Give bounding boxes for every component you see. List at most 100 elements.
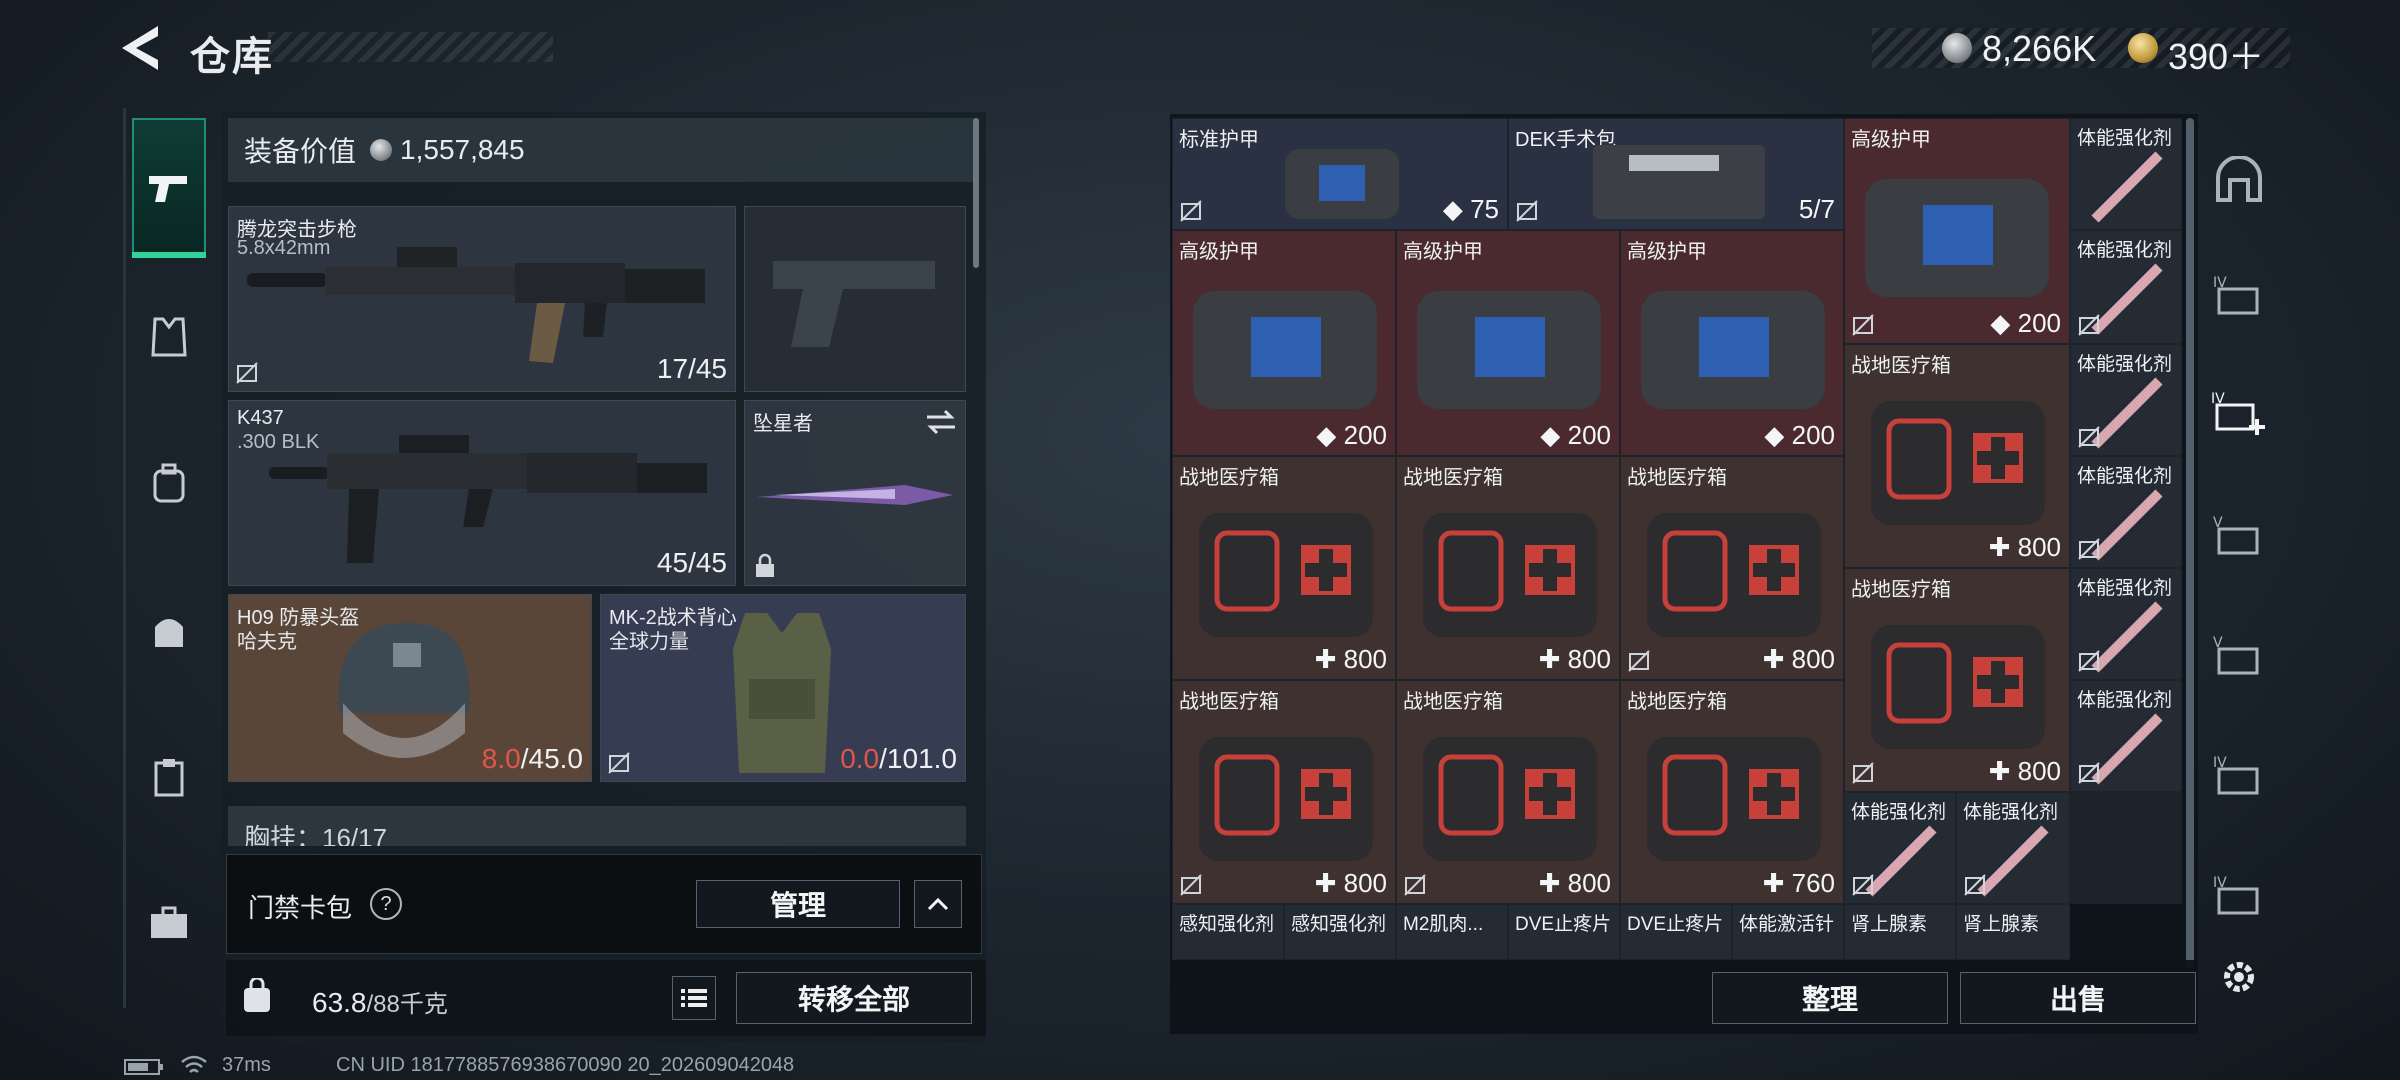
stash-item-field-medkit[interactable]: 战地医疗箱 ✚ 800 bbox=[1396, 680, 1620, 904]
stash-item-stim[interactable]: 体能强化剂 bbox=[2070, 344, 2182, 456]
stash-item-standard-armor[interactable]: 标准护甲 ◆ 75 bbox=[1172, 118, 1508, 230]
stash-tab-5b[interactable]: V bbox=[2206, 622, 2272, 688]
stash-tab-5a[interactable]: V bbox=[2206, 502, 2272, 568]
sort-button[interactable]: 整理 bbox=[1712, 972, 1948, 1024]
stash-item-partial[interactable]: DVE止疼片 bbox=[1620, 904, 1732, 960]
sell-button[interactable]: 出售 bbox=[1960, 972, 2196, 1024]
medkit-image bbox=[1199, 513, 1373, 637]
no-insure-icon bbox=[2078, 314, 2100, 336]
stash-item-field-medkit[interactable]: 战地医疗箱 ✚ 800 bbox=[1172, 680, 1396, 904]
chest-rig-label: 胸挂：16/17 bbox=[244, 823, 388, 846]
armor-bag-image bbox=[1417, 291, 1601, 409]
nav-briefcase[interactable] bbox=[132, 886, 206, 960]
primary-weapon-slot[interactable]: 腾龙突击步枪 5.8x42mm 17/45 bbox=[228, 206, 736, 392]
item-value: 760 bbox=[1791, 868, 1835, 898]
item-name: 高级护甲 bbox=[1851, 129, 1931, 151]
list-view-button[interactable] bbox=[672, 976, 716, 1020]
loadout-scrollbar[interactable] bbox=[973, 118, 979, 268]
nav-weapon[interactable] bbox=[132, 118, 206, 258]
nav-bag[interactable] bbox=[132, 594, 206, 668]
stash-tab-4c[interactable]: IV bbox=[2206, 862, 2272, 928]
no-insure-icon bbox=[1852, 874, 1874, 896]
stash-item-stim[interactable]: 体能强化剂 bbox=[2070, 680, 2182, 792]
settings-button[interactable] bbox=[2206, 944, 2272, 1010]
stash-item-advanced-armor[interactable]: 高级护甲 ◆ 200 bbox=[1172, 230, 1396, 456]
currency-gold-value[interactable]: 390＋ bbox=[2168, 28, 2264, 80]
currency-silver-value: 8,266K bbox=[1982, 28, 2097, 69]
pistol-slot[interactable] bbox=[744, 206, 966, 392]
stash-item-stim[interactable]: 体能强化剂 bbox=[1844, 792, 1956, 904]
stash-item-field-medkit[interactable]: 战地医疗箱 ✚ 800 bbox=[1172, 456, 1396, 680]
nav-divider bbox=[123, 108, 126, 1008]
transfer-all-button[interactable]: 转移全部 bbox=[736, 972, 972, 1024]
armor-bag-image bbox=[1193, 291, 1377, 409]
stash-item-stim[interactable]: 体能强化剂 bbox=[2070, 456, 2182, 568]
item-value: 5/7 bbox=[1798, 194, 1835, 224]
stash-item-stim[interactable]: 体能强化剂 bbox=[1956, 792, 2070, 904]
helmet-image bbox=[339, 623, 469, 758]
stash-item-partial[interactable]: M2肌肉... bbox=[1396, 904, 1508, 960]
stash-empty-cell[interactable] bbox=[2070, 792, 2182, 904]
chest-rig-row[interactable]: 胸挂：16/17 bbox=[228, 806, 966, 846]
help-icon[interactable]: ? bbox=[370, 888, 402, 920]
stash-item-partial[interactable]: DVE止疼片 bbox=[1508, 904, 1620, 960]
item-name: 标准护甲 bbox=[1179, 129, 1259, 151]
nav-backpack[interactable] bbox=[132, 446, 206, 520]
stash-item-stim[interactable]: 体能强化剂 bbox=[2070, 230, 2182, 344]
title-decoration bbox=[268, 32, 553, 62]
stash-item-partial[interactable]: 感知强化剂 bbox=[1172, 904, 1284, 960]
item-name: 战地医疗箱 bbox=[1627, 691, 1727, 713]
stash-tab-main[interactable] bbox=[2206, 146, 2272, 212]
stash-item-partial[interactable]: 体能激活针 bbox=[1732, 904, 1844, 960]
stash-item-advanced-armor[interactable]: 高级护甲 ◆ 200 bbox=[1844, 118, 2070, 344]
stash-item-advanced-armor[interactable]: 高级护甲 ◆ 200 bbox=[1620, 230, 1844, 456]
shield-icon: ◆ bbox=[1764, 420, 1792, 450]
armor-slot[interactable]: MK-2战术背心 全球力量 0.0/101.0 bbox=[600, 594, 966, 782]
manage-button[interactable]: 管理 bbox=[696, 880, 900, 928]
stash-item-partial[interactable]: 感知强化剂 bbox=[1284, 904, 1396, 960]
shield-icon: ◆ bbox=[1540, 420, 1568, 450]
collapse-button[interactable] bbox=[914, 880, 962, 928]
list-icon bbox=[681, 989, 707, 1007]
no-insure-icon bbox=[608, 752, 630, 774]
stash-item-field-medkit[interactable]: 战地医疗箱 ✚ 800 bbox=[1844, 344, 2070, 568]
stash-item-dek-surgery-kit[interactable]: DEK手术包 5/7 bbox=[1508, 118, 1844, 230]
nav-vest[interactable] bbox=[132, 300, 206, 374]
medkit-image bbox=[1871, 625, 2045, 749]
stash-item-field-medkit[interactable]: 战地医疗箱 ✚ 800 bbox=[1620, 456, 1844, 680]
item-name: 战地医疗箱 bbox=[1179, 691, 1279, 713]
wifi-icon bbox=[181, 1055, 207, 1073]
stash-tab-4[interactable]: IV bbox=[2206, 262, 2272, 328]
melee-slot[interactable]: 坠星者 bbox=[744, 400, 966, 586]
item-value: 800 bbox=[1567, 644, 1611, 674]
vest-icon bbox=[151, 317, 187, 357]
uid-text: CN UID 1817788576938670090 20_2026090420… bbox=[336, 1054, 795, 1076]
plus-icon: ✚ bbox=[1314, 644, 1344, 674]
item-name: DVE止疼片 bbox=[1515, 914, 1612, 935]
back-arrow-icon[interactable] bbox=[118, 22, 164, 74]
helmet-slot[interactable]: H09 防暴头盔 哈夫克 8.0/45.0 bbox=[228, 594, 592, 782]
item-name: DVE止疼片 bbox=[1627, 914, 1724, 935]
medkit-image bbox=[1423, 737, 1597, 861]
stash-item-field-medkit[interactable]: 战地医疗箱 ✚ 760 bbox=[1620, 680, 1844, 904]
stash-item-stim[interactable]: 体能强化剂 bbox=[2070, 568, 2182, 680]
stash-item-field-medkit[interactable]: 战地医疗箱 ✚ 800 bbox=[1844, 568, 2070, 792]
stash-item-field-medkit[interactable]: 战地医疗箱 ✚ 800 bbox=[1396, 456, 1620, 680]
secondary-ammo-count: 45/45 bbox=[656, 547, 727, 578]
item-value: 800 bbox=[2017, 532, 2061, 562]
swap-icon[interactable] bbox=[925, 409, 957, 435]
nav-clipboard[interactable] bbox=[132, 740, 206, 814]
stash-item-stim[interactable]: 体能强化剂 bbox=[2070, 118, 2182, 230]
no-insure-icon bbox=[1516, 200, 1538, 222]
stash-tab-add[interactable]: IV bbox=[2206, 380, 2272, 446]
stash-item-partial[interactable]: 肾上腺素 bbox=[1844, 904, 1956, 960]
stash-item-advanced-armor[interactable]: 高级护甲 ◆ 200 bbox=[1396, 230, 1620, 456]
helmet-durability: 8.0/45.0 bbox=[482, 743, 583, 775]
stash-scrollbar[interactable] bbox=[2186, 118, 2194, 968]
secondary-weapon-slot[interactable]: K437 .300 BLK 45/45 bbox=[228, 400, 736, 586]
item-name: 战地医疗箱 bbox=[1403, 691, 1503, 713]
stash-tab-4b[interactable]: IV bbox=[2206, 742, 2272, 808]
stash-item-partial[interactable]: 肾上腺素 bbox=[1956, 904, 2070, 960]
item-name: 战地医疗箱 bbox=[1627, 467, 1727, 489]
weight-bag-icon bbox=[244, 978, 270, 1012]
